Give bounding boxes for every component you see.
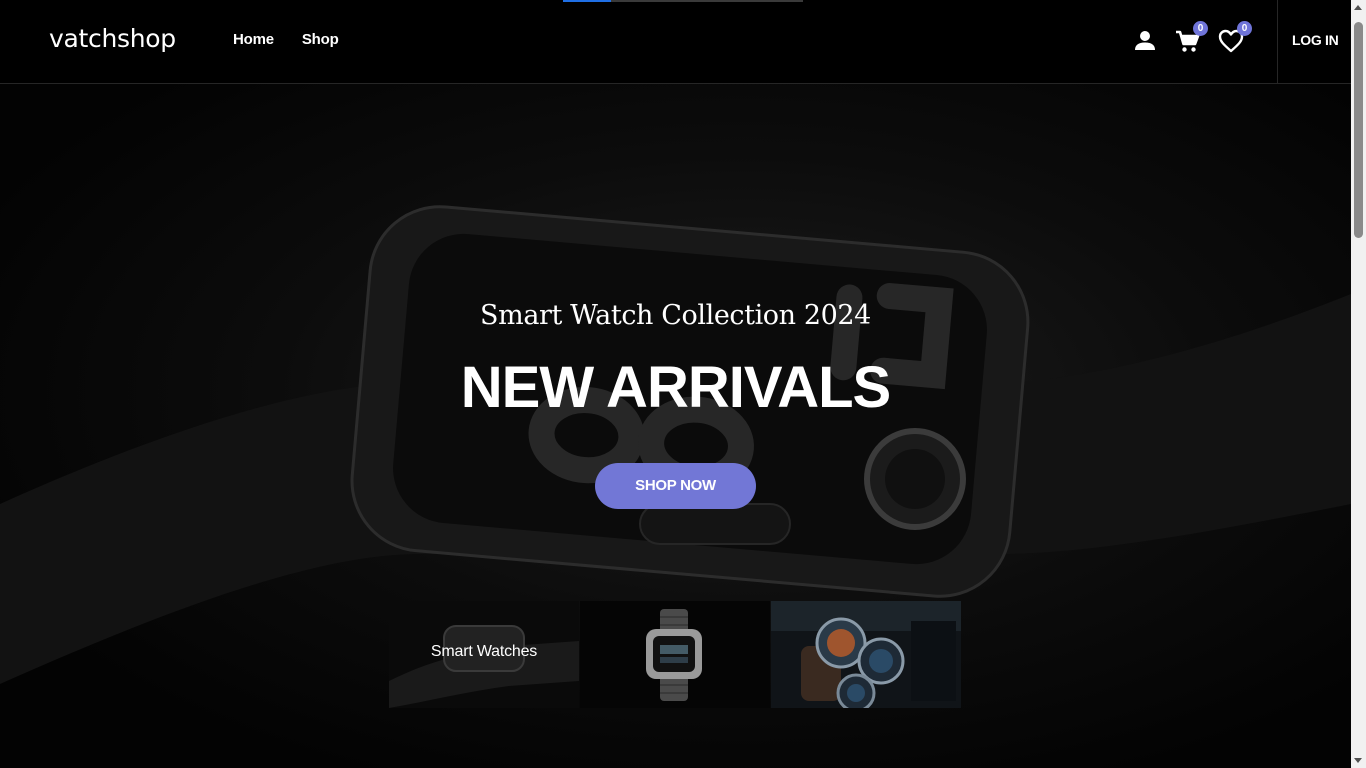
vertical-scrollbar[interactable] [1351,0,1366,768]
shop-now-button[interactable]: SHOP NOW [595,463,756,509]
category-tile-digital-watch[interactable] [580,601,770,708]
cart-button[interactable]: 0 [1172,21,1208,56]
scrollbar-thumb[interactable] [1354,22,1363,238]
page-loading-bar-fill [563,0,611,2]
site-logo[interactable]: vatchshop [49,24,176,53]
hero-title: NEW ARRIVALS [460,355,891,420]
hero-subtitle: Smart Watch Collection 2024 [480,300,871,331]
header-icons: 0 0 [1130,21,1260,58]
nav-link-shop[interactable]: Shop [302,31,339,48]
login-link[interactable]: LOG IN [1292,32,1339,48]
category-tile-smart-watches[interactable]: Smart Watches [389,601,579,708]
scroll-down-arrow-icon[interactable] [1354,758,1362,763]
main-nav: Home Shop [233,31,339,48]
digital-watch-thumbnail [646,609,702,701]
site-header: vatchshop Home Shop 0 0 LOG IN [0,0,1351,84]
page: vatchshop Home Shop 0 0 LOG IN Smart Wat… [0,0,1366,768]
category-tile-label: Smart Watches [430,643,538,660]
analog-watches-thumbnail [771,601,961,708]
hero-banner: Smart Watch Collection 2024 NEW ARRIVALS… [0,84,1351,768]
wishlist-button[interactable]: 0 [1216,21,1252,56]
scroll-up-arrow-icon[interactable] [1354,5,1362,10]
nav-link-home[interactable]: Home [233,31,274,48]
header-divider [1277,0,1278,83]
user-icon [1135,31,1155,50]
page-loading-bar [563,0,803,2]
wishlist-count-badge: 0 [1237,21,1252,36]
account-button[interactable] [1130,26,1160,56]
category-tile-analog-watches[interactable] [771,601,961,708]
cart-count-badge: 0 [1193,21,1208,36]
